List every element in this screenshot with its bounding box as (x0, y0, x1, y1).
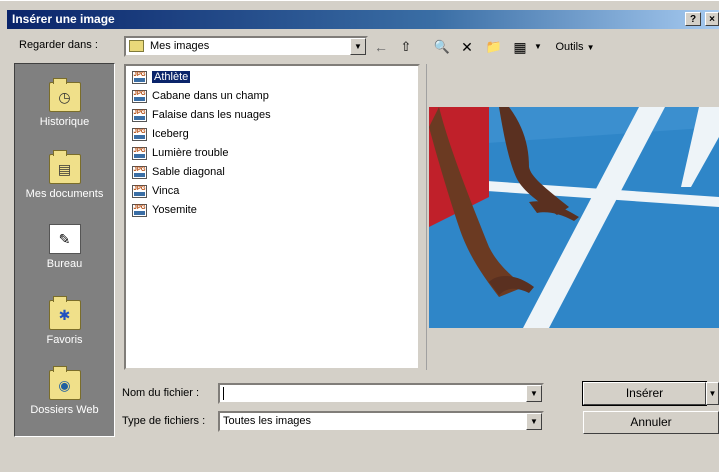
help-button[interactable]: ? (685, 12, 701, 26)
text-caret (223, 387, 224, 400)
file-item[interactable]: JPG Yosemite (130, 201, 197, 219)
jpg-file-icon: JPG (132, 128, 147, 141)
place-label: Mes documents (25, 188, 104, 200)
history-folder-icon: ◷ (48, 78, 81, 112)
new-folder-icon[interactable]: 📁 (484, 37, 504, 57)
filetype-select[interactable]: Toutes les images ▼ (218, 411, 544, 432)
place-web-folders[interactable]: ◉ Dossiers Web (15, 366, 114, 416)
chevron-down-icon[interactable]: ▼ (526, 413, 542, 430)
chevron-down-icon[interactable]: ▼ (526, 385, 542, 402)
filetype-label: Type de fichiers : (122, 415, 206, 427)
jpg-file-icon: JPG (132, 166, 147, 179)
look-in-label: Regarder dans : (19, 39, 98, 51)
insert-dropdown-icon[interactable]: ▼ (706, 382, 719, 405)
place-label: Historique (39, 116, 90, 128)
insert-image-dialog: Insérer une image ? × Regarder dans : Me… (0, 0, 719, 472)
place-label: Dossiers Web (30, 404, 99, 416)
close-button[interactable]: × (705, 12, 719, 26)
search-web-icon[interactable]: 🔍 (432, 37, 452, 57)
back-arrow-icon[interactable]: ← (372, 37, 390, 57)
views-icon[interactable]: ▦ (510, 37, 530, 57)
jpg-file-icon: JPG (132, 109, 147, 122)
file-item[interactable]: JPG Iceberg (130, 125, 189, 143)
filename-input[interactable]: ▼ (218, 383, 544, 404)
look-in-value: Mes images (150, 40, 210, 52)
tools-dropdown-icon: ▼ (586, 43, 595, 52)
file-item[interactable]: JPG Cabane dans un champ (130, 87, 269, 105)
delete-icon[interactable]: ✕ (458, 37, 476, 57)
place-my-documents[interactable]: ▤ Mes documents (15, 150, 114, 200)
file-item[interactable]: JPG Sable diagonal (130, 163, 225, 181)
place-history[interactable]: ◷ Historique (15, 78, 114, 128)
jpg-file-icon: JPG (132, 204, 147, 217)
my-pictures-folder-icon (129, 40, 144, 52)
tools-menu[interactable]: Outils ▼ (552, 37, 598, 57)
views-dropdown-icon[interactable]: ▼ (533, 37, 543, 57)
file-list: JPG Athlète JPG Cabane dans un champ JPG Fa… (124, 64, 420, 370)
filename-label: Nom du fichier : (122, 387, 200, 399)
desktop-icon: ✎ (48, 224, 81, 254)
place-desktop[interactable]: ✎ Bureau (15, 224, 114, 270)
preview-image (429, 107, 719, 328)
dialog-title: Insérer une image (12, 12, 115, 26)
chevron-down-icon[interactable]: ▼ (350, 38, 366, 55)
place-label: Bureau (46, 258, 83, 270)
jpg-file-icon: JPG (132, 185, 147, 198)
tools-label: Outils (555, 41, 584, 53)
up-folder-icon[interactable]: ⇧ (396, 37, 416, 57)
jpg-file-icon: JPG (132, 71, 147, 84)
title-bar: Insérer une image ? × (7, 10, 719, 29)
place-label: Favoris (46, 334, 83, 346)
file-item[interactable]: JPG Lumière trouble (130, 144, 228, 162)
file-item[interactable]: JPG Athlète (130, 68, 191, 86)
web-folders-icon: ◉ (48, 366, 81, 400)
look-in-combo[interactable]: Mes images ▼ (124, 36, 368, 57)
athlete-photo (429, 107, 719, 328)
file-item[interactable]: JPG Falaise dans les nuages (130, 106, 271, 124)
jpg-file-icon: JPG (132, 147, 147, 160)
place-favorites[interactable]: ✱ Favoris (15, 296, 114, 346)
insert-button[interactable]: Insérer (582, 381, 707, 406)
file-item[interactable]: JPG Vinca (130, 182, 179, 200)
cancel-button[interactable]: Annuler (583, 411, 719, 434)
favorites-folder-icon: ✱ (48, 296, 81, 330)
places-bar: ◷ Historique ▤ Mes documents ✎ Bureau ✱ … (14, 63, 115, 437)
documents-folder-icon: ▤ (48, 150, 81, 184)
jpg-file-icon: JPG (132, 90, 147, 103)
